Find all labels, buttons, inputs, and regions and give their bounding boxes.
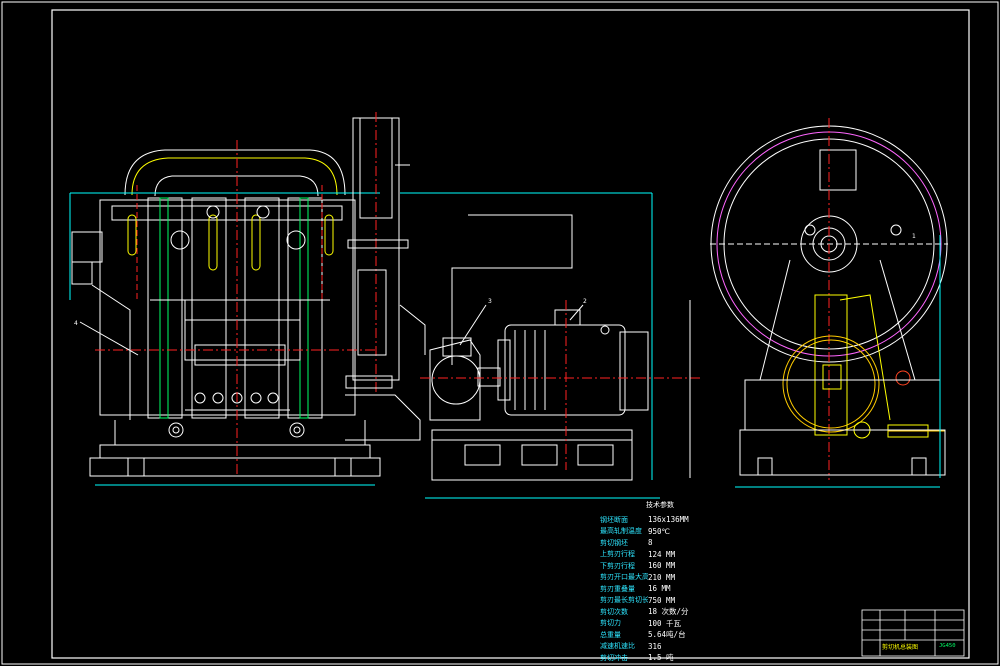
spec-label: 剪切力 bbox=[600, 619, 621, 628]
spec-row: 剪刃开口最大高度210 MM bbox=[600, 572, 720, 584]
spec-row: 上剪刃行程 124 MM bbox=[600, 549, 720, 561]
spec-value: 160 MM bbox=[648, 561, 676, 571]
spec-row: 剪切冲击 1.5 吨 bbox=[600, 652, 720, 664]
spec-row: 减速机速比 316 bbox=[600, 641, 720, 653]
spec-label: 减速机速比 bbox=[600, 642, 635, 651]
spec-label: 剪刃最长剪切长度 bbox=[600, 596, 648, 605]
spec-row: 总重量 5.64吨/台 bbox=[600, 629, 720, 641]
spec-label: 剪切钢坯 bbox=[600, 538, 628, 547]
spec-row: 钢坯断面 136x136MM bbox=[600, 514, 720, 526]
spec-row: 剪切钢坯 8 bbox=[600, 537, 720, 549]
spec-row: 剪切力 100 千瓦 bbox=[600, 618, 720, 630]
spec-label: 剪切次数 bbox=[600, 607, 628, 616]
spec-row: 剪切次数 18 次数/分 bbox=[600, 606, 720, 618]
title-block-name: 剪切机总装图 bbox=[882, 644, 919, 651]
spec-label: 剪刃重叠量 bbox=[600, 584, 635, 593]
front-elevation-view bbox=[69, 140, 381, 486]
inner-border bbox=[51, 9, 970, 659]
spec-row: 剪刃最长剪切长度750 MM bbox=[600, 595, 720, 607]
title-block-code: JG450 bbox=[939, 643, 956, 649]
spec-value: 8 bbox=[648, 538, 653, 548]
vertical-chute bbox=[345, 112, 426, 441]
technical-spec-table: 技术参数 钢坯断面 136x136MM 最高轧制温度 950℃ 剪切钢坯 8 上剪刃行程 12… bbox=[600, 500, 720, 664]
part-label-2: 2 bbox=[583, 298, 587, 305]
spec-value: 1.5 吨 bbox=[648, 653, 674, 663]
part-label-1: 1 bbox=[912, 233, 916, 240]
spec-value: 100 千瓦 bbox=[648, 618, 682, 628]
spec-value: 950℃ bbox=[648, 526, 670, 536]
spec-value: 750 MM bbox=[648, 595, 676, 605]
spec-label: 下剪刃行程 bbox=[600, 561, 635, 570]
spec-label: 钢坯断面 bbox=[600, 515, 628, 524]
part-label-4: 4 bbox=[74, 320, 78, 327]
spec-value: 124 MM bbox=[648, 549, 676, 559]
spec-label: 总重量 bbox=[600, 630, 621, 639]
spec-label: 上剪刃行程 bbox=[600, 550, 635, 559]
spec-value: 5.64吨/台 bbox=[648, 630, 686, 640]
spec-row: 剪刃重叠量 16 MM bbox=[600, 583, 720, 595]
spec-value: 210 MM bbox=[648, 572, 676, 582]
spec-value: 18 次数/分 bbox=[648, 607, 689, 617]
spec-value: 16 MM bbox=[648, 584, 671, 594]
motor-gearbox-assembly bbox=[400, 192, 700, 499]
side-elevation-view bbox=[710, 118, 948, 488]
spec-label: 最高轧制温度 bbox=[600, 527, 642, 536]
spec-label: 剪刃开口最大高度 bbox=[600, 573, 648, 582]
spec-label: 剪切冲击 bbox=[600, 653, 628, 662]
spec-row: 最高轧制温度 950℃ bbox=[600, 526, 720, 538]
spec-table-title: 技术参数 bbox=[646, 501, 674, 509]
spec-row: 下剪刃行程 160 MM bbox=[600, 560, 720, 572]
cad-drawing-canvas: 4 3 2 1 bbox=[1, 1, 999, 665]
spec-value: 136x136MM bbox=[648, 515, 689, 525]
outer-border bbox=[1, 1, 999, 665]
spec-value: 316 bbox=[648, 641, 662, 651]
spec-rows: 钢坯断面 136x136MM 最高轧制温度 950℃ 剪切钢坯 8 上剪刃行程 124 MM 下… bbox=[600, 514, 720, 664]
part-label-3: 3 bbox=[488, 298, 492, 305]
